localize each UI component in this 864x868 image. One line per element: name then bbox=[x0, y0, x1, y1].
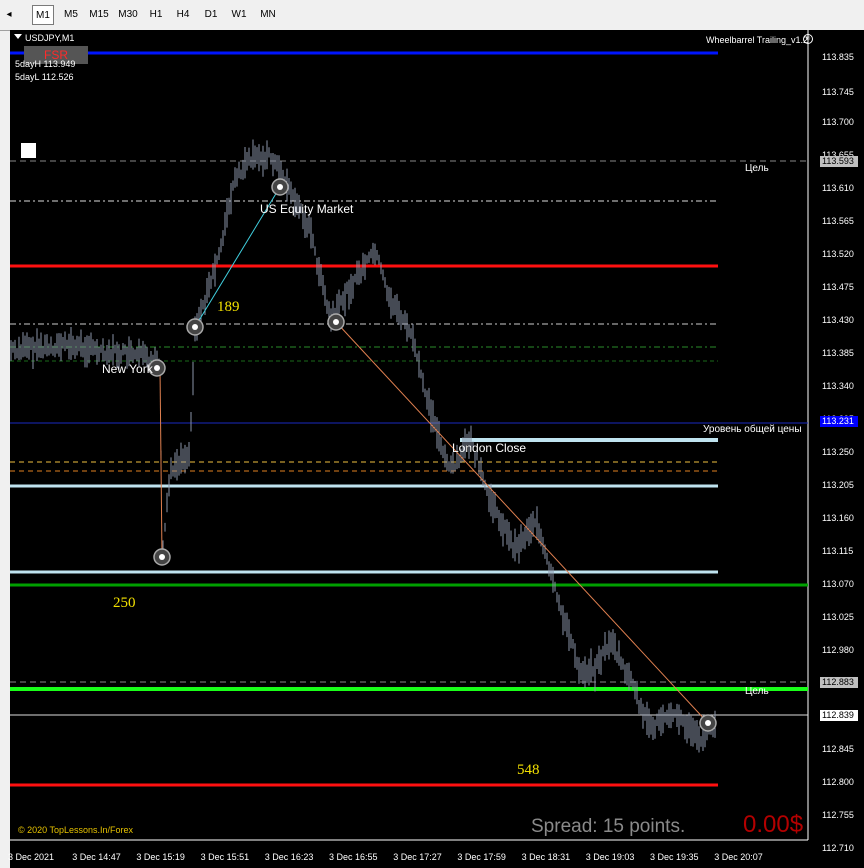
price-tag: 113.231 bbox=[820, 416, 858, 427]
time-axis-label: 3 Dec 17:59 bbox=[457, 852, 506, 862]
move-250-label: 250 bbox=[113, 595, 136, 611]
common-price-label: Уровень общей цены bbox=[703, 424, 802, 435]
time-axis-label: 3 Dec 15:51 bbox=[200, 852, 250, 862]
timeframe-m1-button[interactable]: M1 bbox=[32, 5, 54, 25]
expert-smiley-icon[interactable]: ☺ bbox=[803, 34, 813, 44]
time-axis-label: 3 Dec 14:47 bbox=[72, 852, 121, 862]
move-548-label: 548 bbox=[517, 762, 540, 778]
price-axis-label: 112.845 bbox=[822, 744, 854, 754]
price-axis-label: 113.520 bbox=[822, 249, 854, 259]
marker-center bbox=[705, 720, 711, 726]
timeframe-h1-button[interactable]: H1 bbox=[145, 5, 167, 25]
marker-center bbox=[154, 365, 160, 371]
price-axis-label: 113.700 bbox=[822, 117, 854, 127]
price-axis-label: 113.340 bbox=[822, 381, 854, 391]
timeframe-m15-button[interactable]: M15 bbox=[86, 5, 112, 25]
price-axis-label: 113.430 bbox=[822, 315, 854, 325]
time-axis-label: 3 Dec 16:23 bbox=[264, 852, 314, 862]
chart-symbol: USDJPY,M1 bbox=[25, 33, 75, 43]
price-axis-label: 113.475 bbox=[822, 282, 854, 292]
price-chart[interactable]: USDJPY,M1 FSR 5dayH 113.949 5dayL 112.52… bbox=[8, 30, 864, 868]
time-axis-label: 3 Dec 19:03 bbox=[585, 852, 635, 862]
toolbar-left-arrow-icon[interactable]: ◂ bbox=[0, 8, 18, 22]
price-axis-label: 113.745 bbox=[822, 87, 854, 97]
trend-line-down bbox=[335, 321, 709, 724]
timeframe-toolbar: ◂ M1 M5 M15 M30 H1 H4 D1 W1 MN bbox=[0, 0, 864, 31]
price-axis-label: 113.070 bbox=[822, 579, 854, 589]
five-day-high: 5dayH 113.949 bbox=[15, 59, 76, 69]
price-axis-label: 113.565 bbox=[822, 216, 854, 226]
timeframe-d1-button[interactable]: D1 bbox=[200, 5, 222, 25]
spread-readout: Spread: 15 points. bbox=[531, 816, 686, 837]
price-axis-label: 113.250 bbox=[822, 447, 854, 457]
panel-toggle-box[interactable] bbox=[21, 143, 36, 158]
price-axis-label: 113.160 bbox=[822, 513, 854, 523]
five-day-low: 5dayL 112.526 bbox=[15, 72, 74, 82]
price-axis-label: 113.835 bbox=[822, 52, 854, 62]
price-axis-label: 113.610 bbox=[822, 183, 854, 193]
price-axis-label: 113.025 bbox=[822, 612, 854, 622]
timeframe-m30-button[interactable]: M30 bbox=[115, 5, 141, 25]
time-axis-label: 3 Dec 20:07 bbox=[714, 852, 763, 862]
marker-center bbox=[159, 554, 165, 560]
marker-center bbox=[333, 319, 339, 325]
target-top-label: Цель bbox=[745, 163, 769, 174]
time-axis-label: 3 Dec 16:55 bbox=[329, 852, 378, 862]
price-axis-label: 112.710 bbox=[822, 843, 854, 853]
price-axis-label: 112.980 bbox=[822, 645, 854, 655]
price-axis-label: 112.755 bbox=[822, 810, 854, 820]
time-axis-label: 3 Dec 19:35 bbox=[650, 852, 699, 862]
time-axis-label: 3 Dec 17:27 bbox=[393, 852, 442, 862]
price-axis-label: 113.115 bbox=[822, 546, 854, 556]
price-axis-label: 113.385 bbox=[822, 348, 854, 358]
timeframe-w1-button[interactable]: W1 bbox=[228, 5, 250, 25]
us-equity-label: US Equity Market bbox=[260, 202, 354, 216]
time-axis-label: 3 Dec 2021 bbox=[8, 852, 55, 862]
symbol-menu-icon[interactable] bbox=[14, 34, 22, 39]
price-axis-label: 113.205 bbox=[822, 480, 854, 490]
marker-center bbox=[277, 184, 283, 190]
timeframe-mn-button[interactable]: MN bbox=[255, 5, 281, 25]
profit-loss-readout: 0.00$ bbox=[743, 811, 804, 838]
copyright-text: © 2020 TopLessons.In/Forex bbox=[18, 825, 134, 835]
chart-canvas bbox=[10, 30, 809, 841]
expert-advisor-name: Wheelbarrel Trailing_v1.2 bbox=[705, 35, 808, 45]
new-york-label: New York bbox=[102, 362, 153, 376]
timeframe-m5-button[interactable]: M5 bbox=[60, 5, 82, 25]
trend-line-drop bbox=[159, 367, 163, 558]
time-axis-label: 3 Dec 18:31 bbox=[521, 852, 571, 862]
price-tag: 112.839 bbox=[820, 710, 858, 721]
price-tag: 113.593 bbox=[820, 156, 858, 167]
price-axis-label: 112.800 bbox=[822, 777, 854, 787]
price-tag: 112.883 bbox=[820, 677, 858, 688]
marker-center bbox=[192, 324, 198, 330]
london-close-label: London Close bbox=[452, 441, 527, 455]
time-axis-label: 3 Dec 15:19 bbox=[136, 852, 185, 862]
target-bottom-label: Цель bbox=[745, 686, 769, 697]
move-189-label: 189 bbox=[217, 299, 240, 315]
timeframe-h4-button[interactable]: H4 bbox=[172, 5, 194, 25]
